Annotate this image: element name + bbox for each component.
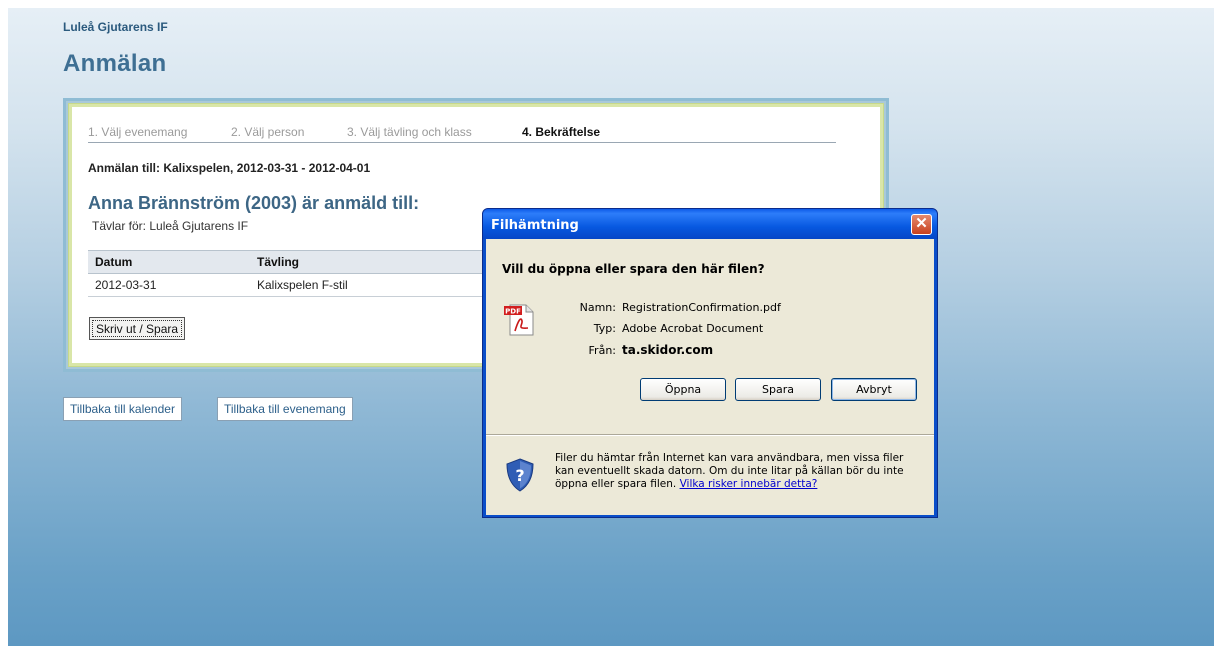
back-to-calendar-button[interactable]: Tillbaka till kalender bbox=[63, 397, 182, 421]
step-4-active: 4. Bekräftelse bbox=[522, 125, 601, 139]
page-title: Anmälan bbox=[63, 50, 167, 77]
back-to-events-button[interactable]: Tillbaka till evenemang bbox=[217, 397, 353, 421]
organization-name: Luleå Gjutarens IF bbox=[63, 20, 168, 34]
competitions-table: Datum Tävling 2012-03-31 Kalixspelen F-s… bbox=[88, 250, 518, 297]
from-value: ta.skidor.com bbox=[622, 343, 714, 357]
open-button[interactable]: Öppna bbox=[640, 378, 726, 401]
column-header-competition: Tävling bbox=[250, 250, 518, 274]
registration-event: Anmälan till: Kalixspelen, 2012-03-31 - … bbox=[88, 161, 371, 175]
step-2[interactable]: 2. Välj person bbox=[231, 125, 304, 139]
dialog-question: Vill du öppna eller spara den här filen? bbox=[502, 262, 765, 276]
dialog-titlebar[interactable]: Filhämtning ✕ bbox=[483, 209, 937, 239]
risks-link[interactable]: Vilka risker innebär detta? bbox=[680, 478, 818, 490]
from-label: Från: bbox=[588, 344, 616, 357]
column-header-date: Datum bbox=[88, 250, 250, 274]
name-label: Namn: bbox=[579, 301, 616, 314]
person-heading: Anna Brännström (2003) är anmäld till: bbox=[88, 193, 420, 213]
step-1[interactable]: 1. Välj evenemang bbox=[88, 125, 187, 139]
type-value: Adobe Acrobat Document bbox=[622, 322, 764, 335]
cell-competition: Kalixspelen F-stil bbox=[250, 273, 518, 297]
cell-date: 2012-03-31 bbox=[88, 273, 250, 297]
dialog-body: Vill du öppna eller spara den här filen?… bbox=[486, 239, 934, 515]
print-save-button[interactable]: Skriv ut / Spara bbox=[89, 317, 186, 340]
cancel-button[interactable]: Avbryt bbox=[831, 378, 917, 401]
name-value: RegistrationConfirmation.pdf bbox=[622, 301, 781, 314]
dialog-title: Filhämtning bbox=[491, 218, 579, 233]
file-download-dialog: Filhämtning ✕ Vill du öppna eller spara … bbox=[482, 208, 938, 518]
dialog-divider bbox=[486, 434, 934, 436]
competes-for: Tävlar för: Luleå Gjutarens IF bbox=[92, 219, 249, 233]
table-header-row: Datum Tävling bbox=[88, 250, 518, 274]
shield-question-mark: ? bbox=[515, 466, 524, 485]
step-indicator: 1. Välj evenemang 2. Välj person 3. Välj… bbox=[88, 125, 836, 143]
save-button[interactable]: Spara bbox=[735, 378, 821, 401]
file-info: Namn: RegistrationConfirmation.pdf Typ: … bbox=[486, 301, 934, 361]
type-label: Typ: bbox=[593, 322, 616, 335]
security-warning: Filer du hämtar från Internet kan vara a… bbox=[555, 452, 915, 491]
shield-icon: ? bbox=[506, 458, 534, 492]
close-icon[interactable]: ✕ bbox=[911, 214, 932, 235]
table-row: 2012-03-31 Kalixspelen F-stil bbox=[88, 273, 518, 297]
step-3[interactable]: 3. Välj tävling och klass bbox=[347, 125, 472, 139]
